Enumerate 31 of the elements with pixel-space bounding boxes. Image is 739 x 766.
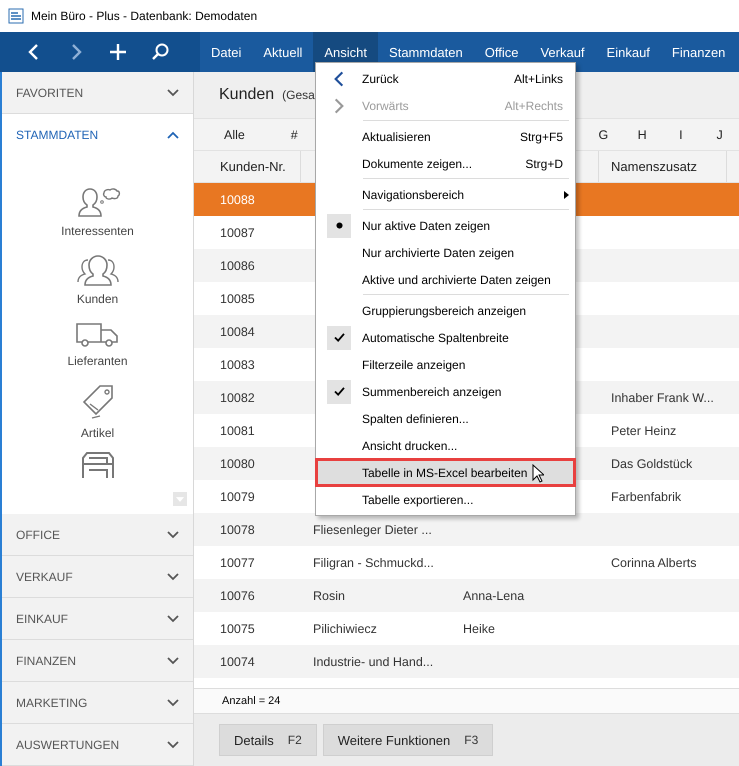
table-cell-text: 10074 — [219, 654, 256, 668]
table-cell-text: 10087 — [219, 226, 256, 240]
table-cell: Filigran - Schmuckd... — [313, 556, 434, 570]
table-cell: Pilichiwiecz — [313, 622, 377, 636]
table-cell-text: 10084 — [219, 324, 256, 338]
table-cell-text: 10076 — [219, 588, 256, 602]
table-cell: Das Goldstück — [611, 456, 692, 470]
page-subtitle: (Gesa — [282, 88, 315, 102]
table-cell-text: 10085 — [219, 292, 256, 306]
table-cell: Industrie- und Hand... — [313, 654, 434, 668]
table-cell-text: 10077 — [219, 556, 256, 570]
table-cell: Fliesenleger Dieter ... — [313, 522, 432, 536]
row-count: Anzahl = 24 — [222, 695, 280, 707]
table-cell-text: 10075 — [219, 622, 256, 636]
page-title: Kunden — [219, 86, 274, 104]
table-cell-text: 10083 — [219, 358, 256, 372]
table-cell-text: 10079 — [219, 490, 256, 504]
table-cell-text: 10080 — [219, 456, 256, 470]
table-cell: Anna-Lena — [463, 588, 524, 602]
table-cell: Rosin — [313, 588, 345, 602]
table-cell-text: 10082 — [219, 390, 256, 404]
window-title: Mein Büro - Plus - Datenbank: Demodaten — [31, 9, 258, 23]
table-cell-text: 10081 — [219, 424, 256, 438]
table-cell-text: 10088 — [219, 192, 256, 206]
table-cell: Heike — [463, 622, 495, 636]
table-cell-text: 10086 — [219, 258, 256, 272]
table-cell: Inhaber Frank W... — [611, 390, 714, 404]
table-cell-text: 10078 — [219, 522, 256, 536]
table-cell: Peter Heinz — [611, 424, 676, 438]
table-cell: Farbenfabrik — [611, 490, 682, 504]
table-cell: Corinna Alberts — [611, 556, 696, 570]
